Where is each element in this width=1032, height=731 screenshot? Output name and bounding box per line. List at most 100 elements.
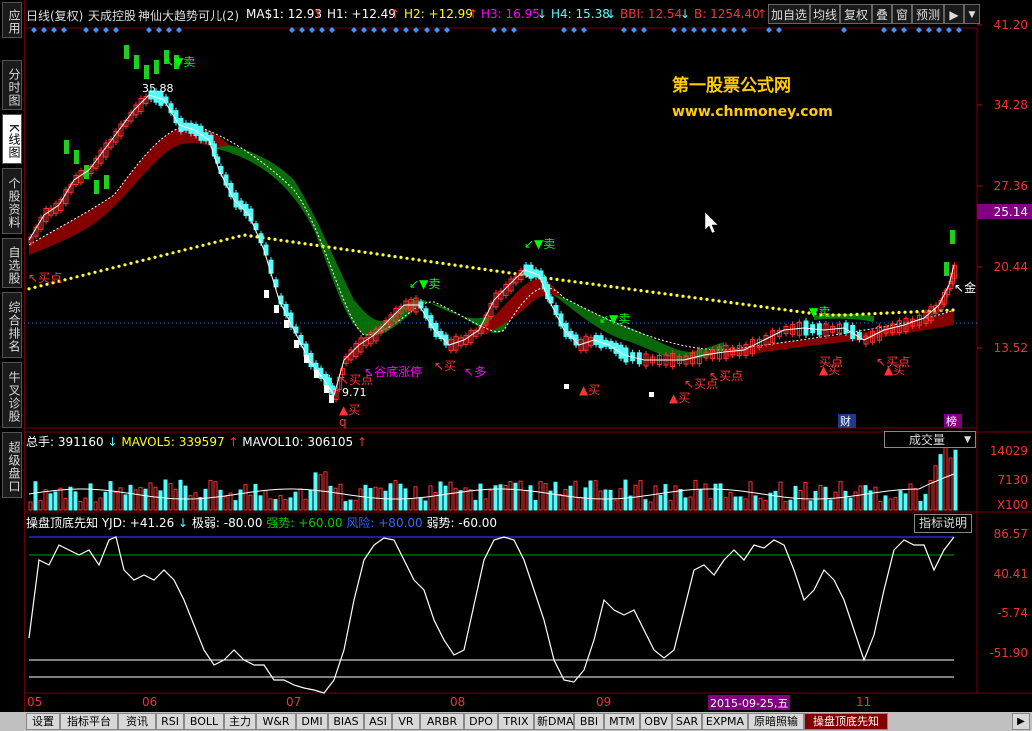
left-tab-ranking[interactable]: 综合排名 [2,292,22,358]
indicator-help-button[interactable]: 指标说明 [914,514,972,533]
sell-signal-2: ↙▼卖 [409,277,440,291]
indicator-tab[interactable]: MTM [604,713,640,730]
left-tab-kline[interactable]: K线图 [2,114,22,164]
volume-bar [303,498,308,511]
indicator-tab[interactable]: 设置 [26,713,60,730]
long-ma-dot [225,237,229,241]
indicator-tab[interactable]: VR [392,713,420,730]
long-ma-dot [81,273,85,277]
volume-bar [713,483,718,511]
left-tab-level2[interactable]: 超级盘口 [2,432,22,498]
sell-signal-5: ▼卖 [809,305,830,319]
sell-signal-candle [124,45,129,59]
volume-bar [243,484,248,511]
long-ma-dot [339,247,343,251]
long-ma-dot [69,276,73,280]
long-ma-dot [663,292,667,296]
candle-body [211,143,217,157]
volume-bar [293,491,298,511]
long-ma-dot [567,279,571,283]
volume-indicator-select[interactable]: 成交量 ▼ [884,431,976,448]
left-tab-intraday[interactable]: 分时图 [2,60,22,110]
volume-bar [188,495,193,511]
tab-scroll-right-icon[interactable]: ▶ [1012,713,1030,730]
long-ma-dot [141,258,145,262]
indicator-tab[interactable]: SAR [672,713,702,730]
signal-block [564,384,569,389]
price-axis-label: 41.20 [993,18,1028,32]
long-ma-dot [429,260,433,264]
volume-bar [28,501,33,511]
long-ma-dot [243,233,247,237]
volume-bar [588,480,593,511]
long-ma-dot [945,308,949,312]
volume-bar [608,489,613,511]
candle-body [258,233,264,244]
long-ma-dot [363,250,367,254]
indicator-tab[interactable]: TRIX [498,713,534,730]
volume-bar [648,501,653,511]
long-ma-dot [765,305,769,309]
long-ma-dot [633,288,637,292]
indicator-tab[interactable]: BIAS [328,713,364,730]
left-tab-stock-info[interactable]: 个股资料 [2,168,22,234]
indicator-tab[interactable]: EXPMA [702,713,748,730]
volume-bar [643,499,648,511]
volume-bar [98,497,103,511]
long-ma-dot [387,254,391,258]
indicator-header: 操盘顶底先知 YJD: +41.26 ↓ 极弱: -80.00 强势: +60.… [26,514,497,531]
indicator-tab[interactable]: ASI [364,713,392,730]
volume-bar [788,499,793,511]
indicator-tab[interactable]: DMI [296,713,328,730]
indicator-tab[interactable]: 操盘顶底先知 [804,713,888,730]
indicator-tab[interactable]: BBI [574,713,604,730]
volume-bar [103,491,108,511]
buy-point-label: ↖买点 [28,271,62,285]
volume-bar [888,498,893,511]
up-arrow-icon: ↑ [224,435,243,449]
volume-bar [583,487,588,511]
long-ma-dot [585,281,589,285]
indicator-tab[interactable]: RSI [156,713,184,730]
volume-bar [313,472,318,511]
indicator-tab[interactable]: 资讯 [118,713,156,730]
kline-chart[interactable]: 35.88 9.71 ↖▼卖 ↙▼卖 ↙▼卖 ↙▼卖 ▼卖 ↖买点 ↖买点 ▲买… [24,0,1032,712]
volume-bar [458,490,463,511]
svg-text:07: 07 [286,695,301,709]
long-ma-dot [279,238,283,242]
volume-bar [153,486,158,511]
buy-signal: ↖买 [434,359,456,373]
indicator-tab[interactable]: 新DMA [534,713,574,730]
volume-bar [208,479,213,511]
left-tab-diagnosis[interactable]: 牛叉诊股 [2,362,22,428]
volume-bar [673,485,678,511]
left-tab-app[interactable]: 应用 [2,2,22,38]
volume-bar [833,491,838,511]
long-ma-dot [447,262,451,266]
candle-body [218,166,224,174]
indicator-tab[interactable]: 指标平台 [60,713,118,730]
indicator-tab[interactable]: OBV [640,713,672,730]
finance-label: 财 [840,414,851,428]
indicator-tab[interactable]: BOLL [184,713,224,730]
long-ma-dot [717,299,721,303]
mavol5-value: MAVOL5: 339597 [121,435,225,449]
indicator-tab[interactable]: 主力 [224,713,256,730]
sell-signal-candle [144,65,149,79]
long-ma-dot [609,285,613,289]
volume-bar [723,497,728,511]
long-ma-dot [177,249,181,253]
indicator-tab[interactable]: W&R [256,713,296,730]
valley-limit-label: ↖多 [464,365,486,379]
long-ma-dot [759,305,763,309]
volume-bar [83,497,88,511]
volume-bar [223,496,228,511]
indicator-tab[interactable]: 原暗照输 [748,713,804,730]
left-tab-watchlist[interactable]: 自选股 [2,238,22,288]
long-ma-dot [861,312,865,316]
indicator-tab[interactable]: DPO [464,713,498,730]
long-ma-dot [351,249,355,253]
jiruo-value: 极弱: -80.00 [191,516,263,530]
indicator-tab[interactable]: ARBR [420,713,464,730]
volume-bar [698,489,703,511]
